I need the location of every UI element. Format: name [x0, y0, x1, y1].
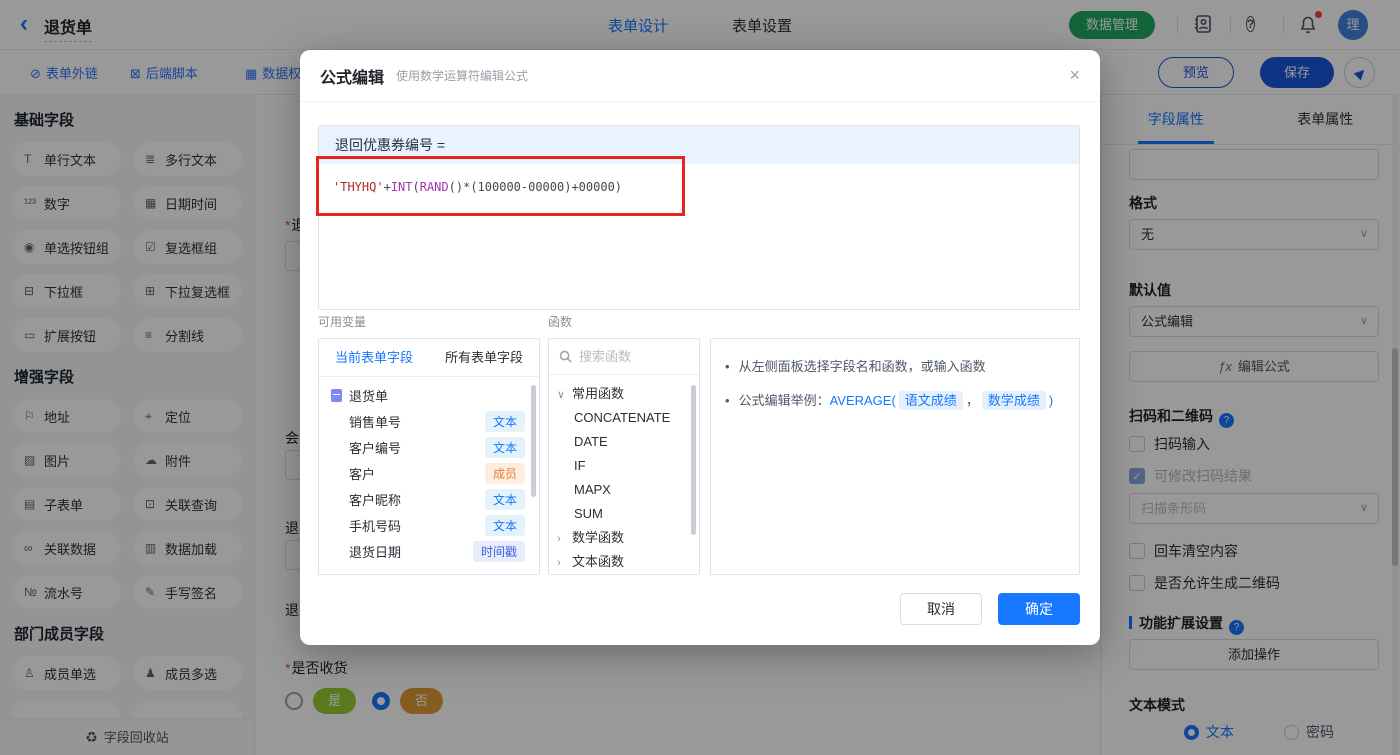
formula-token: INT	[390, 180, 413, 194]
formula-token: RAND	[419, 180, 449, 194]
function-search-input[interactable]	[579, 349, 679, 364]
function-group[interactable]: › 数学函数	[549, 526, 699, 550]
variable-item[interactable]: 退货日期 时间戳	[319, 538, 539, 564]
function-group-label: 数学函数	[572, 530, 625, 545]
close-icon[interactable]: ×	[1069, 65, 1080, 85]
tips-panel: • 从左侧面板选择字段名和函数，或输入函数 • 公式编辑举例：AVERAGE(语文成…	[710, 338, 1080, 575]
function-item[interactable]: CONCATENATE	[549, 406, 699, 430]
variable-form-row[interactable]: 退货单	[319, 382, 539, 408]
app-screen: ‹ 退货单 表单设计 表单设置 数据管理 ? 理 ⊘ 表单外链 ⊠ 后端脚本 ▦ 数据权	[0, 0, 1400, 755]
function-group[interactable]: › 文本函数	[549, 550, 699, 574]
formula-token: +	[383, 180, 391, 194]
variable-item[interactable]: 手机号码 文本	[319, 512, 539, 538]
variable-type-badge: 时间戳	[472, 540, 525, 562]
variable-list: 退货单 销售单号 文本 客户编号 文本 客户 成员 客户昵称 文本 手机号码 文本 退货日期 时间戳	[319, 377, 539, 564]
function-item[interactable]: DATE	[549, 430, 699, 454]
function-search	[549, 339, 699, 375]
variable-type-badge: 文本	[484, 488, 525, 510]
example-chip: 数学成绩	[981, 391, 1046, 410]
function-group[interactable]: ∨ 常用函数	[549, 382, 699, 406]
scrollbar-thumb[interactable]	[691, 385, 696, 535]
functions-label: 函数	[548, 315, 573, 329]
variable-name: 退货日期	[349, 544, 402, 560]
search-icon	[559, 350, 572, 363]
variable-name: 客户编号	[349, 440, 402, 456]
example-chip: 语文成绩	[898, 391, 963, 410]
functions-panel: ∨ 常用函数 CONCATENATEDATEIFMAPXSUM › 数学函数 › 文本函数	[548, 338, 700, 575]
tab-all-form-fields[interactable]: 所有表单字段	[429, 339, 539, 376]
variable-name: 客户	[349, 466, 376, 482]
function-tree: ∨ 常用函数 CONCATENATE DATE IF MAPX SUM › 数学函数 › 文本函数	[549, 375, 699, 574]
function-group-label: 常用函数	[572, 386, 625, 401]
variable-type-badge: 文本	[484, 436, 525, 458]
variable-form-name: 退货单	[349, 388, 389, 404]
tip-line-1: • 从左侧面板选择字段名和函数，或输入函数	[725, 359, 986, 374]
form-doc-icon	[331, 388, 342, 402]
formula-token: ()*(100000-00000)+00000)	[448, 180, 623, 194]
formula-target: 退回优惠券编号 =	[319, 126, 1079, 164]
variable-item[interactable]: 客户昵称 文本	[319, 486, 539, 512]
formula-token: (	[412, 180, 420, 194]
variables-panel: 当前表单字段 所有表单字段 退货单 销售单号 文本 客户编号 文本 客户 成员 客户昵称 文本手…	[318, 338, 540, 575]
function-item[interactable]: MAPX	[549, 478, 699, 502]
variable-item[interactable]: 客户 成员	[319, 460, 539, 486]
cancel-button[interactable]: 取消	[900, 593, 982, 625]
variables-label: 可用变量	[318, 315, 367, 329]
caret-icon: ∨	[557, 389, 566, 401]
variable-item[interactable]: 客户编号 文本	[319, 434, 539, 460]
modal-header: 公式编辑 使用数学运算符编辑公式 ×	[300, 50, 1100, 102]
variable-name: 手机号码	[349, 518, 402, 534]
confirm-button[interactable]: 确定	[998, 593, 1080, 625]
caret-icon: ›	[557, 557, 561, 569]
variable-type-badge: 文本	[484, 514, 525, 536]
function-item[interactable]: IF	[549, 454, 699, 478]
formula-editor: 退回优惠券编号 = 'THYHQ'+INT(RAND()*(100000-000…	[318, 125, 1080, 310]
modal-subtitle: 使用数学运算符编辑公式	[396, 69, 529, 83]
modal-title: 公式编辑	[320, 69, 385, 87]
variable-item[interactable]: 销售单号 文本	[319, 408, 539, 434]
variable-type-badge: 成员	[484, 462, 525, 484]
scrollbar-thumb[interactable]	[531, 385, 536, 497]
formula-edit-modal: 公式编辑 使用数学运算符编辑公式 × 退回优惠券编号 = 'THYHQ'+INT…	[300, 50, 1100, 645]
formula-code-area[interactable]: 'THYHQ'+INT(RAND()*(100000-00000)+00000)	[319, 164, 1079, 309]
variable-tabs: 当前表单字段 所有表单字段	[319, 339, 539, 377]
function-group-label: 文本函数	[572, 554, 625, 569]
formula-token: 'THYHQ'	[333, 180, 384, 194]
tip-line-2: • 公式编辑举例：AVERAGE(语文成绩，数学成绩)	[725, 391, 1054, 410]
tab-current-form-fields[interactable]: 当前表单字段	[319, 339, 429, 376]
function-item[interactable]: SUM	[549, 502, 699, 526]
variable-name: 销售单号	[349, 414, 402, 430]
caret-icon: ›	[557, 533, 561, 545]
variable-type-badge: 文本	[484, 410, 525, 432]
variable-name: 客户昵称	[349, 492, 402, 508]
